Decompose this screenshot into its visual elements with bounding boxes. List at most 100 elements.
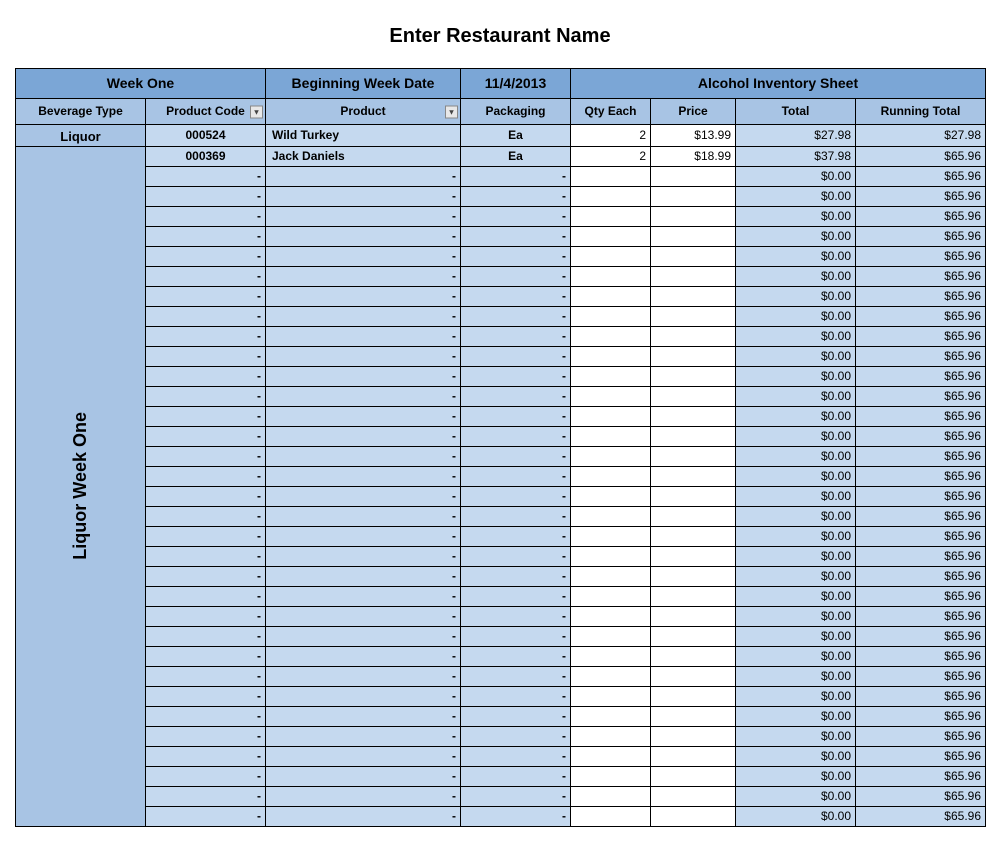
- cell-price[interactable]: [651, 667, 736, 687]
- cell-packaging[interactable]: -: [461, 787, 571, 807]
- cell-code[interactable]: -: [146, 667, 266, 687]
- cell-code[interactable]: -: [146, 387, 266, 407]
- cell-packaging[interactable]: -: [461, 367, 571, 387]
- cell-price[interactable]: [651, 567, 736, 587]
- cell-code[interactable]: -: [146, 767, 266, 787]
- cell-code[interactable]: -: [146, 267, 266, 287]
- cell-packaging[interactable]: -: [461, 407, 571, 427]
- cell-code[interactable]: -: [146, 367, 266, 387]
- cell-price[interactable]: [651, 247, 736, 267]
- cell-price[interactable]: [651, 547, 736, 567]
- cell-packaging[interactable]: -: [461, 507, 571, 527]
- cell-product[interactable]: -: [266, 287, 461, 307]
- cell-product[interactable]: -: [266, 187, 461, 207]
- cell-product[interactable]: -: [266, 667, 461, 687]
- cell-packaging[interactable]: -: [461, 687, 571, 707]
- cell-price[interactable]: [651, 387, 736, 407]
- cell-price[interactable]: [651, 427, 736, 447]
- cell-price[interactable]: [651, 787, 736, 807]
- cell-price[interactable]: [651, 487, 736, 507]
- cell-packaging[interactable]: -: [461, 327, 571, 347]
- cell-product[interactable]: -: [266, 467, 461, 487]
- cell-product[interactable]: -: [266, 267, 461, 287]
- cell-price[interactable]: [651, 587, 736, 607]
- cell-price[interactable]: [651, 467, 736, 487]
- cell-product[interactable]: -: [266, 447, 461, 467]
- cell-product[interactable]: -: [266, 767, 461, 787]
- cell-price[interactable]: [651, 227, 736, 247]
- cell-product[interactable]: -: [266, 367, 461, 387]
- cell-product[interactable]: -: [266, 347, 461, 367]
- cell-code[interactable]: -: [146, 567, 266, 587]
- cell-price[interactable]: [651, 767, 736, 787]
- col-product-code[interactable]: Product Code ▾: [146, 99, 266, 125]
- cell-qty[interactable]: [571, 567, 651, 587]
- cell-product[interactable]: Jack Daniels: [266, 147, 461, 167]
- cell-qty[interactable]: 2: [571, 147, 651, 167]
- cell-price[interactable]: [651, 527, 736, 547]
- cell-packaging[interactable]: -: [461, 627, 571, 647]
- cell-product[interactable]: -: [266, 547, 461, 567]
- cell-qty[interactable]: [571, 267, 651, 287]
- cell-code[interactable]: -: [146, 627, 266, 647]
- cell-product[interactable]: -: [266, 627, 461, 647]
- cell-qty[interactable]: [571, 487, 651, 507]
- cell-qty[interactable]: [571, 447, 651, 467]
- cell-price[interactable]: $13.99: [651, 125, 736, 147]
- cell-price[interactable]: [651, 367, 736, 387]
- cell-qty[interactable]: [571, 227, 651, 247]
- cell-code[interactable]: -: [146, 487, 266, 507]
- cell-code[interactable]: -: [146, 427, 266, 447]
- dropdown-icon[interactable]: ▾: [250, 105, 263, 118]
- cell-qty[interactable]: [571, 767, 651, 787]
- cell-product[interactable]: -: [266, 307, 461, 327]
- cell-product[interactable]: -: [266, 787, 461, 807]
- cell-qty[interactable]: [571, 607, 651, 627]
- cell-price[interactable]: [651, 707, 736, 727]
- cell-qty[interactable]: [571, 647, 651, 667]
- cell-product[interactable]: -: [266, 587, 461, 607]
- cell-product[interactable]: -: [266, 387, 461, 407]
- cell-code[interactable]: -: [146, 547, 266, 567]
- cell-packaging[interactable]: -: [461, 767, 571, 787]
- cell-product[interactable]: -: [266, 207, 461, 227]
- cell-packaging[interactable]: -: [461, 567, 571, 587]
- cell-qty[interactable]: [571, 187, 651, 207]
- cell-code[interactable]: -: [146, 607, 266, 627]
- cell-qty[interactable]: [571, 467, 651, 487]
- cell-packaging[interactable]: -: [461, 287, 571, 307]
- cell-code[interactable]: -: [146, 687, 266, 707]
- cell-packaging[interactable]: -: [461, 547, 571, 567]
- cell-price[interactable]: [651, 327, 736, 347]
- cell-qty[interactable]: [571, 327, 651, 347]
- cell-product[interactable]: -: [266, 427, 461, 447]
- cell-qty[interactable]: [571, 307, 651, 327]
- cell-packaging[interactable]: -: [461, 167, 571, 187]
- cell-qty[interactable]: [571, 787, 651, 807]
- cell-code[interactable]: -: [146, 727, 266, 747]
- cell-product[interactable]: -: [266, 487, 461, 507]
- cell-price[interactable]: [651, 447, 736, 467]
- cell-qty[interactable]: [571, 507, 651, 527]
- cell-qty[interactable]: [571, 387, 651, 407]
- cell-code[interactable]: -: [146, 787, 266, 807]
- cell-code[interactable]: -: [146, 467, 266, 487]
- cell-code[interactable]: -: [146, 227, 266, 247]
- cell-packaging[interactable]: -: [461, 427, 571, 447]
- cell-price[interactable]: [651, 627, 736, 647]
- cell-product[interactable]: -: [266, 527, 461, 547]
- cell-packaging[interactable]: -: [461, 807, 571, 827]
- cell-product[interactable]: -: [266, 607, 461, 627]
- cell-price[interactable]: [651, 607, 736, 627]
- cell-packaging[interactable]: -: [461, 527, 571, 547]
- cell-packaging[interactable]: -: [461, 647, 571, 667]
- cell-packaging[interactable]: -: [461, 607, 571, 627]
- cell-packaging[interactable]: Ea: [461, 147, 571, 167]
- cell-code[interactable]: -: [146, 247, 266, 267]
- cell-packaging[interactable]: -: [461, 347, 571, 367]
- cell-product[interactable]: Wild Turkey: [266, 125, 461, 147]
- cell-code[interactable]: -: [146, 287, 266, 307]
- cell-product[interactable]: -: [266, 327, 461, 347]
- cell-qty[interactable]: [571, 167, 651, 187]
- cell-qty[interactable]: [571, 367, 651, 387]
